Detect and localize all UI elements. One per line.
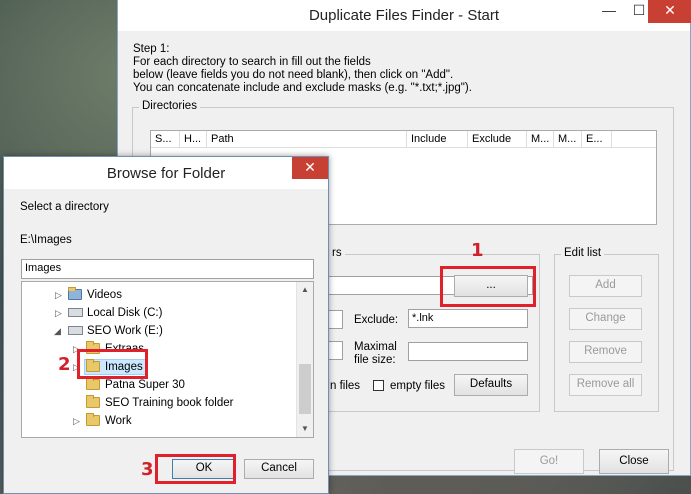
column-header[interactable]: E... (582, 131, 612, 147)
collapse-arrow-icon[interactable]: ◢ (54, 322, 61, 340)
tree-item[interactable]: ◢ SEO Work (E:) (22, 322, 298, 340)
close-icon[interactable]: ✕ (292, 157, 328, 179)
browse-folder-dialog: Browse for Folder ✕ Select a directory E… (3, 156, 329, 494)
tree-item[interactable]: ▷ Videos (22, 286, 298, 304)
exclude-label: Exclude: (354, 314, 399, 326)
empty-files-label: empty files (390, 380, 445, 392)
tree-item[interactable]: ▷ Local Disk (C:) (22, 304, 298, 322)
directories-caption: Directories (139, 100, 200, 112)
editlist-caption: Edit list (561, 247, 605, 259)
column-header[interactable]: Exclude (468, 131, 527, 147)
scroll-thumb[interactable] (299, 364, 311, 414)
title-bar: Duplicate Files Finder - Start — ☐ ✕ (118, 0, 691, 31)
annotation-box-3 (155, 454, 236, 484)
drive-icon (68, 326, 83, 335)
folder-icon (86, 377, 100, 390)
empty-files-checkbox[interactable] (373, 380, 384, 391)
tree-item-label: Local Disk (C:) (87, 307, 163, 319)
column-header[interactable]: Path (207, 131, 407, 147)
exclude-field[interactable]: *.lnk (408, 309, 528, 328)
expand-arrow-icon[interactable]: ▷ (55, 304, 62, 322)
maxsize-label: Maximal file size: (354, 341, 397, 367)
tree-item[interactable]: Patna Super 30 (22, 376, 298, 394)
videos-folder-icon (68, 287, 82, 300)
remove-all-button[interactable]: Remove all (569, 374, 642, 396)
folder-input[interactable]: Images (21, 259, 314, 279)
expand-arrow-icon[interactable]: ▷ (73, 412, 80, 430)
folder-icon (86, 395, 100, 408)
tree-item[interactable]: SEO Training book folder (22, 394, 298, 412)
step-line: You can concatenate include and exclude … (133, 82, 472, 94)
tree-item-label: SEO Training book folder (105, 397, 234, 409)
defaults-button[interactable]: Defaults (454, 374, 528, 396)
drive-icon (68, 308, 83, 317)
minimize-icon[interactable]: — (594, 0, 624, 23)
expand-arrow-icon[interactable]: ▷ (55, 286, 62, 304)
folder-icon (86, 413, 100, 426)
column-header[interactable]: M... (554, 131, 582, 147)
dialog-title-bar: Browse for Folder ✕ (4, 157, 328, 189)
dialog-prompt: Select a directory (20, 201, 109, 213)
annotation-box-1 (440, 266, 536, 307)
group-caption: rs (329, 247, 345, 259)
tree-item-label: Videos (87, 289, 122, 301)
change-button[interactable]: Change (569, 308, 642, 330)
tree-item-label: Work (105, 415, 132, 427)
tree-item-label: SEO Work (E:) (87, 325, 163, 337)
annotation-number-3: 3 (141, 459, 154, 480)
step-heading: Step 1: (133, 43, 170, 55)
maxsize-field[interactable] (408, 342, 528, 361)
go-button[interactable]: Go! (514, 449, 584, 474)
tree-scrollbar[interactable]: ▲ ▼ (296, 282, 313, 437)
tree-item[interactable]: ▷ Work (22, 412, 298, 430)
column-header[interactable]: H... (180, 131, 207, 147)
hidden-files-label: n files (330, 380, 361, 392)
scroll-up-icon[interactable]: ▲ (297, 282, 313, 298)
column-header[interactable]: Include (407, 131, 468, 147)
dialog-title: Browse for Folder (106, 165, 226, 182)
cancel-button[interactable]: Cancel (244, 459, 314, 479)
list-header: S... H... Path Include Exclude M... M...… (151, 131, 656, 148)
annotation-box-2 (77, 349, 148, 379)
current-path: E:\Images (20, 234, 72, 246)
scroll-down-icon[interactable]: ▼ (297, 421, 313, 437)
step-line: below (leave fields you do not need blan… (133, 69, 454, 81)
maxsize-label-line: file size: (354, 354, 396, 366)
column-header[interactable]: S... (151, 131, 180, 147)
remove-button[interactable]: Remove (569, 341, 642, 363)
step-instructions: Step 1: For each directory to search in … (133, 43, 472, 95)
column-header[interactable]: M... (527, 131, 554, 147)
maxsize-label-line: Maximal (354, 341, 397, 353)
add-button[interactable]: Add (569, 275, 642, 297)
close-button[interactable]: Close (599, 449, 669, 474)
step-line: For each directory to search in fill out… (133, 56, 371, 68)
annotation-number-2: 2 (58, 354, 71, 375)
annotation-number-1: 1 (471, 240, 484, 261)
close-icon[interactable]: ✕ (648, 0, 691, 23)
